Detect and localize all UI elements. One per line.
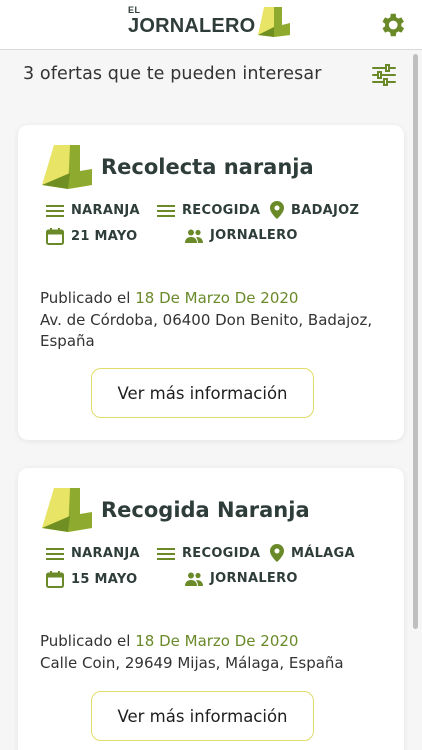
calendar-icon xyxy=(46,571,64,588)
tag-date-label: 15 MAYO xyxy=(71,572,138,587)
list-icon xyxy=(46,204,64,217)
tag-product-label: NARANJA xyxy=(71,203,140,218)
group-icon xyxy=(185,572,203,586)
app-header: EL JORNALERO xyxy=(0,0,422,50)
tag-role: JORNALERO xyxy=(185,571,298,586)
published-label: Publicado el xyxy=(40,632,131,650)
offer-address: Calle Coin, 29649 Mijas, Málaga, España xyxy=(40,654,344,672)
offer-title: Recogida Naranja xyxy=(101,498,310,522)
location-pin-icon xyxy=(270,544,284,562)
tag-task-label: RECOGIDA xyxy=(182,546,261,561)
tag-province: BADAJOZ xyxy=(270,201,359,219)
published-date: 18 De Marzo De 2020 xyxy=(135,632,299,650)
tag-date: 15 MAYO xyxy=(46,571,137,588)
group-icon xyxy=(185,229,203,243)
tag-task-label: RECOGIDA xyxy=(182,203,261,218)
offer-address: Av. de Córdoba, 06400 Don Benito, Badajo… xyxy=(40,311,373,350)
sliders-icon[interactable] xyxy=(371,63,397,87)
list-icon xyxy=(157,547,175,560)
tag-product: NARANJA xyxy=(46,203,140,218)
published-line: Publicado el 18 De Marzo De 2020 xyxy=(40,289,298,307)
logo-name: JORNALERO xyxy=(128,15,256,37)
location-pin-icon xyxy=(270,201,284,219)
tag-province-label: BADAJOZ xyxy=(291,202,360,218)
logo-mark-icon xyxy=(258,7,290,37)
offer-logo-icon xyxy=(42,488,92,532)
calendar-icon xyxy=(46,228,64,245)
tag-province: MÁLAGA xyxy=(270,544,355,562)
offer-logo-icon xyxy=(42,145,92,189)
tag-date-label: 21 MAYO xyxy=(71,229,138,244)
tag-role-label: JORNALERO xyxy=(210,571,298,586)
results-count: 3 ofertas que te pueden interesar xyxy=(23,64,322,84)
logo-prefix: EL xyxy=(128,5,141,15)
tag-date: 21 MAYO xyxy=(46,228,137,245)
published-label: Publicado el xyxy=(40,289,131,307)
tag-product: NARANJA xyxy=(46,546,140,561)
published-date: 18 De Marzo De 2020 xyxy=(135,289,299,307)
list-icon xyxy=(46,547,64,560)
gear-icon[interactable] xyxy=(377,10,407,40)
tag-role: JORNALERO xyxy=(185,228,298,243)
list-icon xyxy=(157,204,175,217)
published-line: Publicado el 18 De Marzo De 2020 xyxy=(40,632,298,650)
tag-task: RECOGIDA xyxy=(157,546,260,561)
tag-province-label: MÁLAGA xyxy=(291,545,355,561)
results-header: 3 ofertas que te pueden interesar xyxy=(0,50,422,100)
tag-role-label: JORNALERO xyxy=(210,228,298,243)
tag-task: RECOGIDA xyxy=(157,203,260,218)
more-info-button[interactable]: Ver más información xyxy=(91,368,314,418)
tag-product-label: NARANJA xyxy=(71,546,140,561)
offer-title: Recolecta naranja xyxy=(101,155,314,179)
offer-card[interactable]: Recolecta naranja NARANJA RECOGIDA BADAJ… xyxy=(18,125,404,440)
more-info-button[interactable]: Ver más información xyxy=(91,691,314,741)
offer-card[interactable]: Recogida Naranja NARANJA RECOGIDA MÁLAGA… xyxy=(18,468,404,750)
scrollbar[interactable] xyxy=(413,54,418,629)
